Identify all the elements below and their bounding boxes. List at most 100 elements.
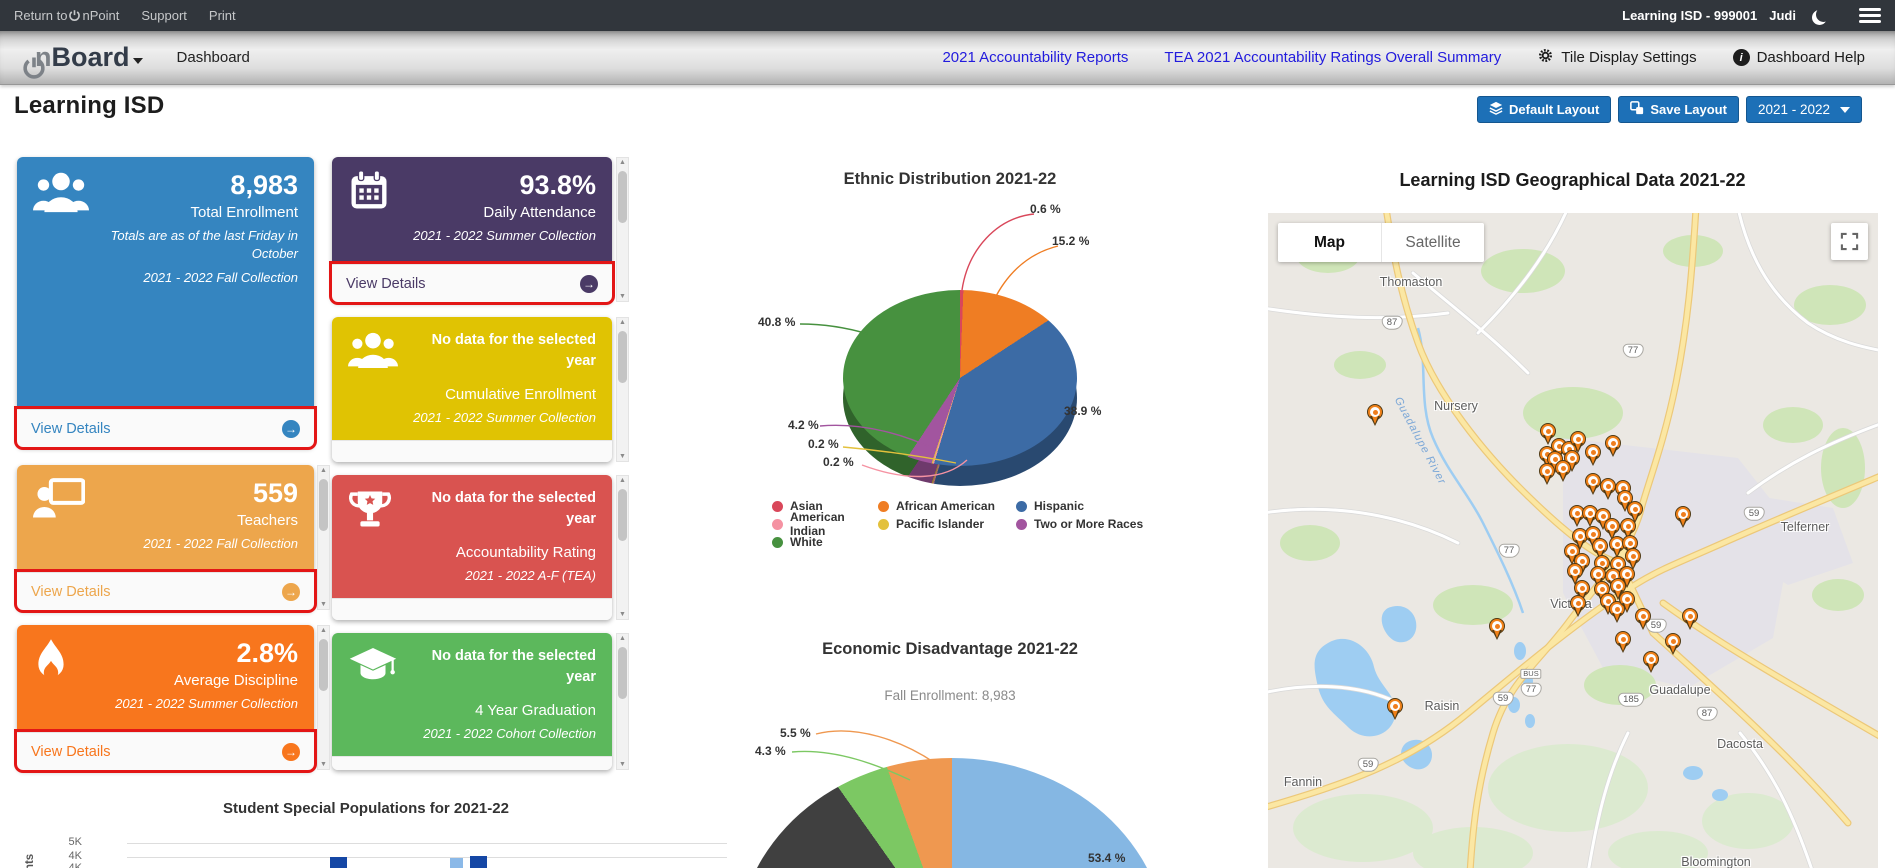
tile-body[interactable]: 559 Teachers 2021 - 2022 Fall Collection [17, 465, 314, 572]
onboard-logo[interactable]: n Board [22, 42, 143, 79]
chevron-down-icon [1840, 107, 1850, 118]
map-marker-pin[interactable] [1682, 608, 1698, 624]
arrow-circle-icon: → [580, 274, 598, 293]
hamburger-menu-icon[interactable] [1859, 5, 1881, 26]
tile-scrollbar[interactable] [616, 475, 629, 620]
map-marker-pin[interactable] [1585, 473, 1601, 489]
tile-body[interactable]: 8,983 Total Enrollment Totals are as of … [17, 157, 314, 409]
school-year-value: 2021 - 2022 [1757, 102, 1830, 117]
map-marker-pin[interactable] [1615, 631, 1631, 647]
print-link[interactable]: Print [209, 8, 236, 23]
tile-scrollbar[interactable] [317, 465, 330, 610]
no-data-message: No data for the selected year [431, 332, 596, 370]
tile-body[interactable]: No data for the selected year Cumulative… [332, 317, 612, 441]
legend-item[interactable]: African American [878, 497, 1016, 515]
tile-display-settings-button[interactable]: Tile Display Settings [1537, 47, 1697, 68]
map-view-button[interactable]: Map [1278, 223, 1381, 262]
map-marker-pin[interactable] [1570, 431, 1586, 447]
bar-light-blue[interactable] [450, 858, 463, 868]
map-marker-pin[interactable] [1665, 633, 1681, 649]
accountability-reports-link[interactable]: 2021 Accountability Reports [942, 49, 1128, 66]
tile-scrollbar[interactable] [616, 317, 629, 462]
tile-label: Daily Attendance [483, 204, 596, 222]
legend-item[interactable]: Hispanic [1016, 497, 1196, 515]
view-details-link[interactable]: View Details → [332, 264, 612, 302]
pie-label-white: 40.8 % [758, 315, 796, 329]
return-to-onpoint-link[interactable]: Return to nPoint [14, 8, 119, 23]
view-details-link[interactable]: View Details → [17, 572, 314, 610]
dashboard-page: Return to nPoint Support Print Learning … [0, 0, 1895, 868]
map-town-label: Raisin [1424, 699, 1460, 713]
tile-scrollbar[interactable] [317, 625, 330, 770]
ethnic-legend: Asian African American Hispanic American… [772, 497, 1196, 551]
map-marker-pin[interactable] [1540, 423, 1556, 439]
tile-label: Total Enrollment [190, 204, 298, 222]
legend-item[interactable]: Pacific Islander [878, 515, 1016, 533]
tile-note: Totals are as of the last Friday in Octo… [110, 228, 298, 262]
bar-dark-blue[interactable] [330, 857, 347, 868]
support-link[interactable]: Support [141, 8, 187, 23]
map-marker-pin[interactable] [1585, 444, 1601, 460]
tile-footer-empty [332, 598, 612, 620]
teacher-icon [33, 478, 85, 559]
map-marker-pin[interactable] [1643, 651, 1659, 667]
tile-body[interactable]: No data for the selected year Accountabi… [332, 475, 612, 599]
tile-scrollbar[interactable] [616, 157, 629, 302]
map-marker-pin[interactable] [1555, 460, 1571, 476]
map-marker-pin[interactable] [1625, 548, 1641, 564]
dashboard-help-button[interactable]: i Dashboard Help [1732, 49, 1865, 66]
map-title: Learning ISD Geographical Data 2021-22 [1399, 170, 1746, 190]
map-marker-pin[interactable] [1619, 591, 1635, 607]
default-layout-label: Default Layout [1509, 102, 1600, 117]
fullscreen-button[interactable] [1831, 223, 1868, 260]
view-details-link[interactable]: View Details → [17, 732, 314, 770]
tile-body[interactable]: 93.8% Daily Attendance 2021 - 2022 Summe… [332, 157, 612, 264]
map-overlay: Guadalupe River Thomaston Nursery Telferne… [1268, 213, 1878, 868]
map-marker-pin[interactable] [1627, 501, 1643, 517]
legend-item[interactable]: American Indian [772, 510, 878, 538]
tea-summary-link[interactable]: TEA 2021 Accountability Ratings Overall … [1164, 49, 1501, 66]
school-year-dropdown[interactable]: 2021 - 2022 [1745, 96, 1862, 123]
legend-item[interactable]: Two or More Races [1016, 515, 1196, 533]
map-marker-pin[interactable] [1367, 404, 1383, 420]
tile-footer-empty [332, 756, 612, 770]
map-marker-pin[interactable] [1489, 618, 1505, 634]
geographical-map[interactable]: Guadalupe River Thomaston Nursery Telferne… [1268, 213, 1878, 868]
map-marker-pin[interactable] [1539, 463, 1555, 479]
return-link-prefix: Return to [14, 8, 68, 23]
top-bar: Return to nPoint Support Print Learning … [0, 0, 1895, 31]
view-details-label: View Details [31, 743, 111, 760]
route-shield: 59 [1357, 757, 1379, 773]
legend-item[interactable]: White [772, 533, 878, 551]
nav-dashboard[interactable]: Dashboard [177, 49, 250, 66]
bar-dark-blue[interactable] [470, 856, 487, 868]
map-marker-pin[interactable] [1567, 563, 1583, 579]
map-marker-pin[interactable] [1387, 698, 1403, 714]
tile-body[interactable]: No data for the selected year 4 Year Gra… [332, 633, 612, 757]
legend-dot [878, 518, 889, 530]
fall-enrollment-subtitle: Fall Enrollment: 8,983 [884, 688, 1016, 703]
map-marker-pin[interactable] [1605, 435, 1621, 451]
map-marker-pin[interactable] [1590, 566, 1606, 582]
legend-dot [772, 536, 783, 548]
pie-label-two-or-more: 4.2 % [788, 418, 819, 432]
satellite-view-button[interactable]: Satellite [1381, 223, 1484, 262]
map-marker-pin[interactable] [1604, 518, 1620, 534]
map-marker-pin[interactable] [1592, 538, 1608, 554]
ethnic-pie-chart[interactable] [843, 290, 1077, 466]
map-marker-pin[interactable] [1570, 595, 1586, 611]
dark-mode-moon-icon[interactable] [1816, 7, 1831, 22]
tile-value: 559 [252, 478, 298, 508]
map-marker-pin[interactable] [1574, 580, 1590, 596]
grad-cap-icon [348, 646, 398, 743]
map-marker-pin[interactable] [1675, 506, 1691, 522]
view-details-label: View Details [346, 275, 426, 292]
map-marker-pin[interactable] [1600, 478, 1616, 494]
tile-body[interactable]: 2.8% Average Discipline 2021 - 2022 Summ… [17, 625, 314, 732]
view-details-link[interactable]: View Details → [17, 409, 314, 447]
route-shield: 59 [1743, 506, 1765, 522]
tile-scrollbar[interactable] [616, 633, 629, 770]
save-layout-button[interactable]: Save Layout [1618, 96, 1739, 123]
default-layout-button[interactable]: Default Layout [1477, 96, 1612, 123]
map-marker-pin[interactable] [1635, 608, 1651, 624]
